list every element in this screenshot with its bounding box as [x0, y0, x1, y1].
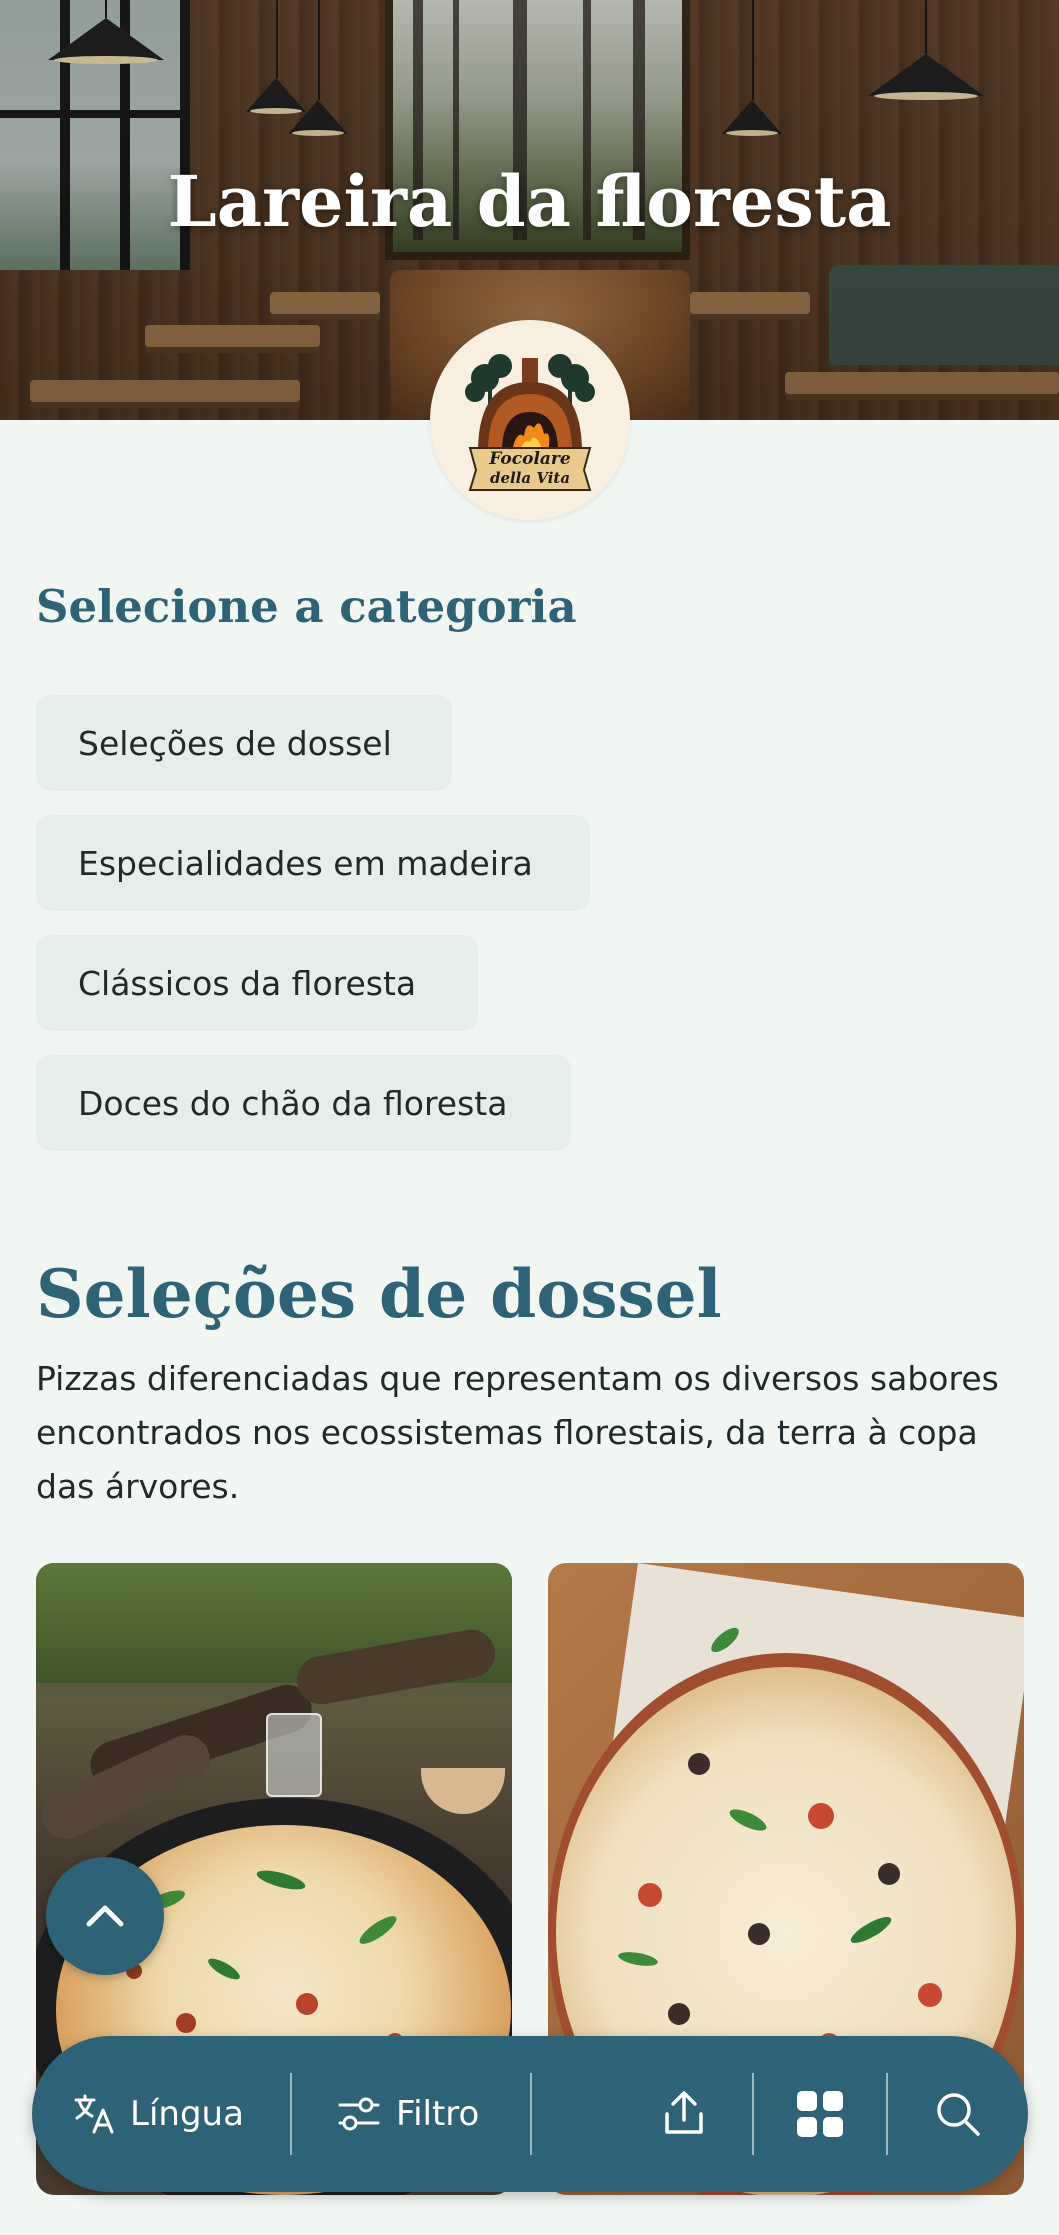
- search-icon: [937, 2093, 980, 2136]
- bottom-toolbar: Língua Filtro: [32, 2036, 1028, 2192]
- logo-artwork: [465, 354, 595, 491]
- category-chip-especialidades-em-madeira[interactable]: Especialidades em madeira: [36, 815, 590, 911]
- share-button[interactable]: [658, 2036, 710, 2192]
- filter-label: Filtro: [396, 2094, 480, 2134]
- search-button[interactable]: [932, 2036, 984, 2192]
- category-heading: Selecione a categoria: [36, 580, 577, 633]
- chevron-up-icon: [86, 1905, 124, 1927]
- toolbar-divider: [290, 2073, 292, 2155]
- category-chip-label: Clássicos da floresta: [78, 963, 417, 1003]
- language-label: Língua: [130, 2094, 244, 2134]
- share-icon: [665, 2091, 703, 2134]
- logo-text-line1: Focolare: [489, 449, 571, 469]
- filter-button[interactable]: Filtro: [336, 2036, 479, 2192]
- category-chip-classicos-da-floresta[interactable]: Clássicos da floresta: [36, 935, 478, 1031]
- category-chip-selecoes-de-dossel[interactable]: Seleções de dossel: [36, 695, 452, 791]
- filter-sliders-icon: [338, 2097, 380, 2131]
- category-chip-label: Especialidades em madeira: [78, 843, 533, 883]
- restaurant-title: Lareira da floresta: [167, 160, 892, 243]
- grid-view-button[interactable]: [794, 2036, 846, 2192]
- category-chip-label: Seleções de dossel: [78, 723, 392, 763]
- language-button[interactable]: Língua: [72, 2036, 244, 2192]
- translate-icon: [74, 2094, 114, 2134]
- section-description: Pizzas diferenciadas que representam os …: [36, 1359, 999, 1506]
- scroll-to-top-button[interactable]: [46, 1857, 164, 1975]
- section-title: Seleções de dossel: [36, 1255, 722, 1333]
- logo-text-line2: della Vita: [489, 469, 571, 487]
- category-chip-label: Doces do chão da floresta: [78, 1083, 508, 1123]
- grid-icon: [797, 2091, 843, 2137]
- toolbar-divider: [752, 2073, 754, 2155]
- toolbar-divider: [886, 2073, 888, 2155]
- restaurant-logo: Focolare della Vita: [430, 320, 630, 520]
- category-chip-doces-do-chao-da-floresta[interactable]: Doces do chão da floresta: [36, 1055, 571, 1151]
- toolbar-divider: [530, 2073, 532, 2155]
